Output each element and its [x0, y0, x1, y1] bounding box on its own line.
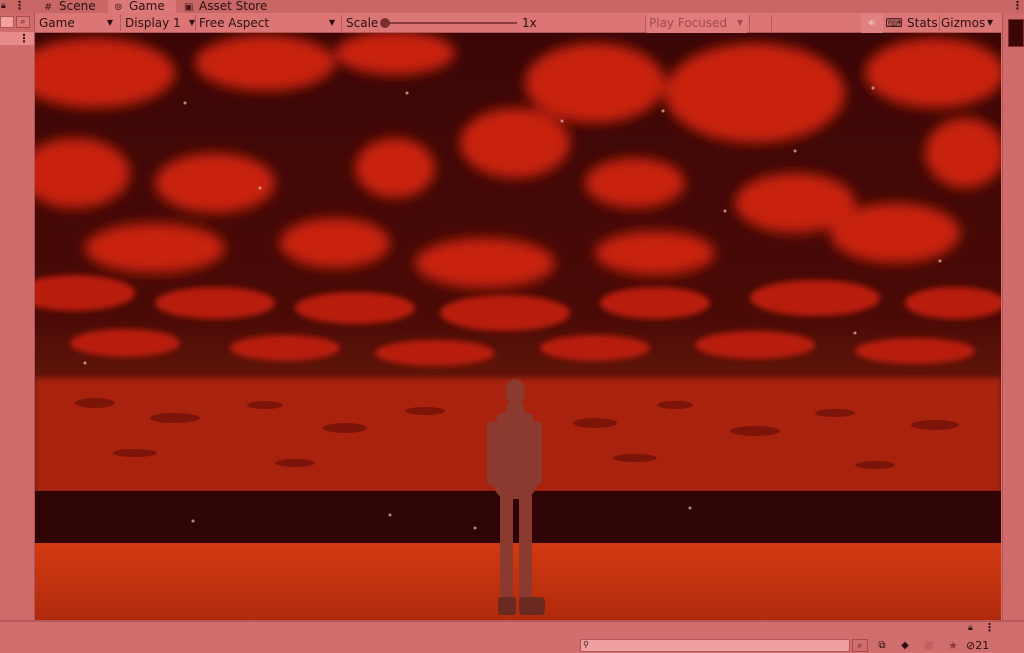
- kebab-menu-icon[interactable]: ⋮: [1012, 0, 1023, 12]
- scale-slider-handle[interactable]: [380, 18, 390, 28]
- speaker-icon[interactable]: 🔊︎: [861, 13, 883, 33]
- stats-button[interactable]: Stats: [907, 13, 938, 33]
- play-mode-dropdown[interactable]: Play Focused ▼: [647, 13, 747, 33]
- game-view-dropdown[interactable]: Game ▼: [39, 13, 117, 33]
- toolbar-divider: [120, 15, 121, 31]
- game-toolbar: Game ▼ Display 1 ▼ Free Aspect ▼ Scale 1…: [35, 13, 1001, 33]
- game-viewport[interactable]: [35, 33, 1001, 620]
- label-filter-icon[interactable]: ◆: [896, 639, 914, 652]
- display-label: Display 1: [125, 16, 181, 30]
- game-render: [35, 33, 1001, 620]
- aspect-label: Free Aspect: [199, 16, 270, 30]
- scale-value: 1x: [522, 16, 537, 30]
- ground-plane: [35, 543, 1001, 620]
- toolbar-divider: [341, 15, 342, 31]
- project-panel: [0, 620, 1024, 652]
- tab-label: Game: [129, 0, 165, 13]
- tab-asset-store[interactable]: ▣ Asset Store: [178, 0, 278, 13]
- kebab-menu-icon[interactable]: ⋮: [14, 0, 25, 12]
- lock-icon[interactable]: 🔒︎: [968, 622, 978, 634]
- preview-thumbnail[interactable]: [1008, 19, 1024, 47]
- kebab-menu-icon[interactable]: ⋮: [18, 32, 30, 45]
- toolbar-divider: [195, 15, 196, 31]
- toolbar-divider: [645, 15, 646, 31]
- toolbar-divider: [771, 15, 772, 31]
- scale-label: Scale: [346, 16, 379, 30]
- chevron-down-icon[interactable]: ▼: [987, 13, 999, 33]
- eye-slash-icon: ⊘: [966, 639, 976, 652]
- chevron-down-icon: ▼: [736, 18, 743, 27]
- grid-view-icon[interactable]: ▦: [920, 639, 938, 652]
- search-by-type-button[interactable]: ⌕: [852, 639, 868, 652]
- scale-slider[interactable]: [385, 22, 517, 24]
- chevron-down-icon: ▼: [328, 18, 335, 27]
- aspect-dropdown[interactable]: Free Aspect ▼: [199, 13, 339, 33]
- keyboard-icon[interactable]: ⌨: [883, 13, 905, 33]
- type-filter-icon[interactable]: ⧉: [873, 639, 891, 652]
- gizmos-button[interactable]: Gizmos: [941, 13, 985, 33]
- tab-scene[interactable]: # Scene: [38, 0, 106, 13]
- toolbar-divider: [939, 15, 940, 31]
- hidden-packages-count: 21: [975, 639, 990, 652]
- kebab-menu-icon[interactable]: ⋮: [984, 622, 995, 634]
- display-dropdown[interactable]: Display 1 ▼: [125, 13, 197, 33]
- project-search-input[interactable]: [580, 639, 850, 652]
- right-dock-panel: [1002, 13, 1024, 620]
- tab-game[interactable]: ⊚ Game: [108, 0, 176, 13]
- search-icon: ⚲: [583, 640, 589, 649]
- tab-label: Scene: [59, 0, 96, 13]
- left-panel-field[interactable]: [0, 16, 14, 28]
- left-search-button[interactable]: ⌕: [16, 16, 30, 28]
- toolbar-divider: [749, 15, 750, 31]
- chevron-down-icon: ▼: [106, 18, 113, 27]
- play-mode-label: Play Focused: [649, 16, 728, 30]
- lock-icon[interactable]: 🔒︎: [1, 0, 11, 12]
- tab-label: Asset Store: [199, 0, 268, 13]
- star-icon[interactable]: ★: [944, 639, 962, 652]
- game-view-label: Game: [39, 16, 75, 30]
- hidden-packages-toggle[interactable]: ⊘21: [966, 639, 1006, 652]
- left-dock-panel: [0, 13, 35, 620]
